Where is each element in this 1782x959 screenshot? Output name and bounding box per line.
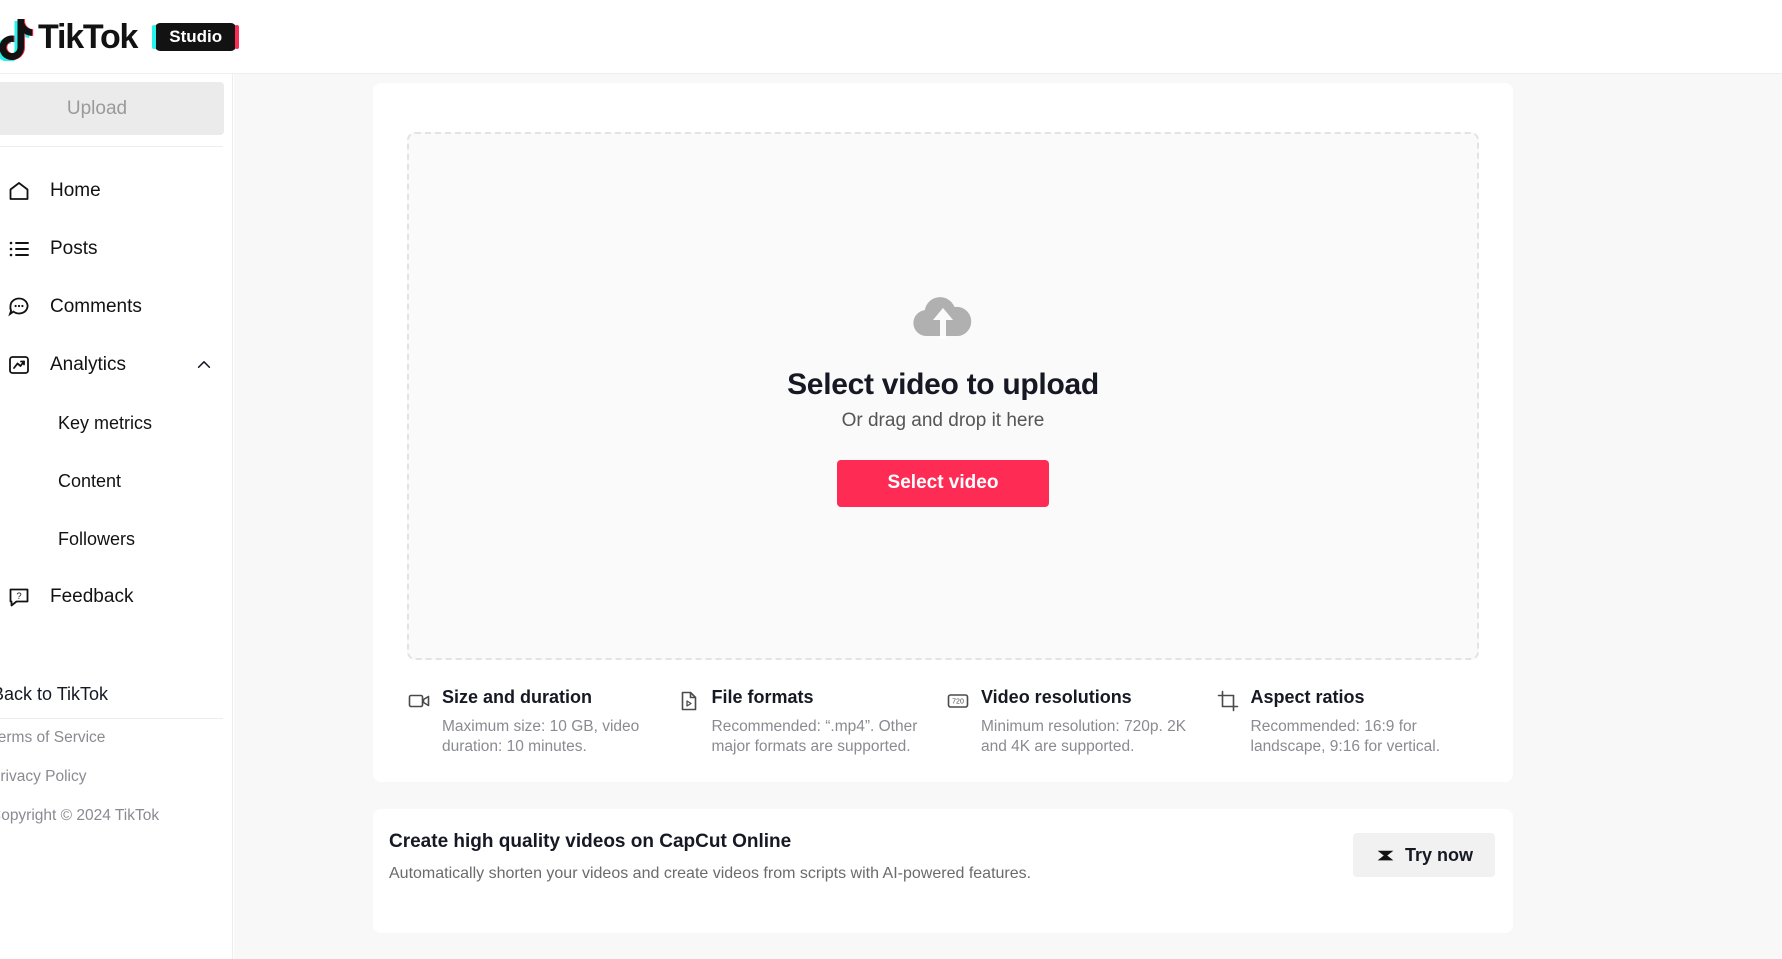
sidebar-subitem-content[interactable]: Content	[0, 452, 233, 510]
cloud-upload-icon	[907, 286, 979, 346]
crop-icon	[1216, 689, 1240, 713]
sidebar-item-label: Analytics	[50, 354, 127, 375]
video-dropzone[interactable]: Select video to upload Or drag and drop …	[407, 132, 1479, 660]
info-title: Video resolutions	[981, 687, 1132, 707]
sidebar-item-feedback[interactable]: ? Feedback	[0, 568, 233, 626]
list-icon	[6, 236, 32, 262]
sidebar-subitem-label: Key metrics	[58, 412, 153, 433]
sidebar-footer: Terms of Service Privacy Policy Copyrigh…	[0, 729, 233, 825]
sidebar: Upload Home Posts Comments Analytics Key…	[0, 74, 233, 959]
info-description: Maximum size: 10 GB, video duration: 10 …	[442, 718, 640, 756]
info-title: Size and duration	[442, 687, 593, 707]
sidebar-item-label: Feedback	[50, 586, 134, 607]
tiktok-studio-logo[interactable]: TikTok Studio	[0, 15, 240, 62]
sidebar-divider	[0, 146, 223, 147]
info-description: Recommended: 16:9 for landscape, 9:16 fo…	[1250, 718, 1441, 756]
resolution-720-icon: 720	[946, 689, 970, 713]
copyright-text: Copyright © 2024 TikTok	[0, 807, 160, 824]
upload-card: Select video to upload Or drag and drop …	[373, 83, 1513, 782]
terms-of-service-link[interactable]: Terms of Service	[0, 729, 233, 747]
info-file-formats: File formats Recommended: “.mp4”. Other …	[677, 687, 947, 757]
sidebar-subitem-label: Followers	[58, 528, 136, 549]
back-to-tiktok-link[interactable]: Back to TikTok	[0, 684, 108, 705]
sidebar-item-posts[interactable]: Posts	[0, 220, 233, 278]
video-camera-icon	[407, 689, 431, 713]
home-icon	[6, 178, 32, 204]
select-video-button[interactable]: Select video	[837, 459, 1049, 507]
dropzone-subtitle: Or drag and drop it here	[841, 409, 1045, 431]
info-title: File formats	[711, 687, 814, 707]
info-video-resolutions: 720 Video resolutions Minimum resolution…	[946, 687, 1216, 757]
privacy-policy-link[interactable]: Privacy Policy	[0, 768, 233, 786]
comment-icon	[6, 294, 32, 320]
chevron-up-icon[interactable]	[195, 356, 213, 374]
sidebar-subitem-followers[interactable]: Followers	[0, 510, 233, 568]
capcut-logo-icon	[1375, 845, 1396, 866]
capcut-promo-banner: Create high quality videos on CapCut Onl…	[373, 809, 1513, 933]
tiktok-wordmark: TikTok	[38, 17, 138, 56]
sidebar-item-label: Comments	[50, 296, 142, 317]
sidebar-item-label: Home	[50, 180, 101, 201]
svg-text:720: 720	[952, 699, 964, 706]
capcut-title: Create high quality videos on CapCut Onl…	[389, 831, 792, 852]
file-play-icon	[677, 689, 701, 713]
sidebar-subitem-key-metrics[interactable]: Key metrics	[0, 394, 233, 452]
info-description: Minimum resolution: 720p. 2K and 4K are …	[981, 718, 1187, 756]
tiktok-studio-upload-page: TikTok Studio Upload Home Posts Comments…	[0, 0, 1782, 959]
sidebar-subitem-label: Content	[58, 470, 122, 491]
info-aspect-ratios: Aspect ratios Recommended: 16:9 for land…	[1216, 687, 1486, 757]
try-now-button[interactable]: Try now	[1352, 833, 1495, 877]
capcut-subtitle: Automatically shorten your videos and cr…	[389, 865, 1032, 882]
dropzone-title: Select video to upload	[787, 367, 1099, 401]
tiktok-note-icon	[0, 15, 36, 62]
info-size-and-duration: Size and duration Maximum size: 10 GB, v…	[407, 687, 677, 757]
sidebar-item-home[interactable]: Home	[0, 162, 233, 220]
main-content: Select video to upload Or drag and drop …	[234, 74, 1782, 959]
sidebar-item-analytics[interactable]: Analytics	[0, 336, 233, 394]
app-header: TikTok Studio	[0, 0, 1782, 74]
info-title: Aspect ratios	[1250, 687, 1365, 707]
footer-divider	[0, 718, 223, 719]
upload-button[interactable]: Upload	[0, 82, 224, 135]
sidebar-nav: Home Posts Comments Analytics Key metric…	[0, 162, 233, 626]
svg-text:?: ?	[16, 591, 21, 602]
studio-badge: Studio	[152, 22, 240, 51]
upload-requirements-row: Size and duration Maximum size: 10 GB, v…	[407, 687, 1485, 757]
analytics-icon	[6, 352, 32, 378]
info-description: Recommended: “.mp4”. Other major formats…	[711, 718, 918, 756]
try-now-label: Try now	[1404, 844, 1473, 865]
feedback-icon: ?	[6, 584, 32, 610]
sidebar-item-label: Posts	[50, 238, 98, 259]
sidebar-item-comments[interactable]: Comments	[0, 278, 233, 336]
